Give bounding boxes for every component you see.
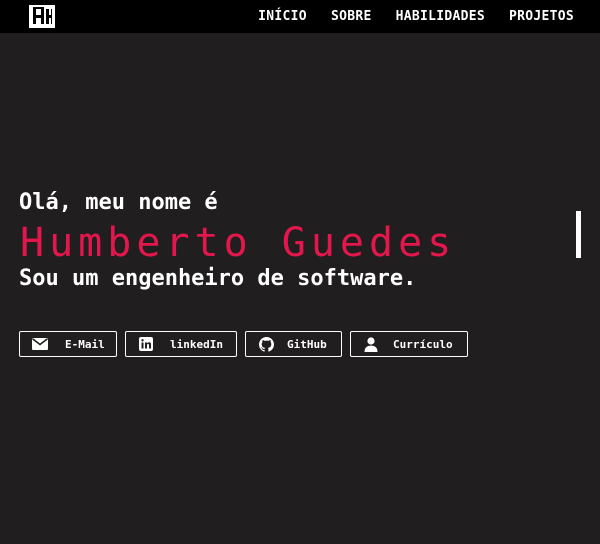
curriculo-button[interactable]: Currículo	[350, 331, 468, 357]
typing-cursor	[576, 211, 581, 258]
nav-link-projetos[interactable]: PROJETOS	[509, 9, 574, 24]
hg-monogram-logo-icon[interactable]	[29, 5, 55, 28]
linkedin-button[interactable]: linkedIn	[125, 331, 237, 357]
user-icon	[363, 336, 379, 352]
hero-tagline: Sou um engenheiro de software.	[19, 266, 417, 291]
github-button[interactable]: GitHub	[245, 331, 342, 357]
linkedin-button-label: linkedIn	[170, 337, 223, 351]
nav-menu: INÍCIO SOBRE HABILIDADES PROJETOS	[258, 0, 574, 33]
linkedin-icon	[138, 336, 154, 352]
nav-link-inicio[interactable]: INÍCIO	[258, 9, 307, 24]
hero-section: Olá, meu nome é Humberto Guedes Sou um e…	[19, 189, 589, 293]
contact-buttons: E-Mail linkedIn GitHub Currículo	[19, 331, 468, 357]
hero-greeting: Olá, meu nome é	[19, 190, 218, 215]
email-button[interactable]: E-Mail	[19, 331, 117, 357]
email-button-label: E-Mail	[65, 337, 105, 351]
github-icon	[258, 336, 274, 352]
hero-name: Humberto Guedes	[20, 220, 457, 266]
nav-link-habilidades[interactable]: HABILIDADES	[396, 9, 485, 24]
navbar: INÍCIO SOBRE HABILIDADES PROJETOS	[0, 0, 600, 33]
curriculo-button-label: Currículo	[393, 337, 453, 351]
envelope-icon	[32, 336, 48, 352]
nav-link-sobre[interactable]: SOBRE	[331, 9, 372, 24]
github-button-label: GitHub	[287, 337, 327, 351]
hero-name-row: Humberto Guedes	[19, 211, 589, 267]
